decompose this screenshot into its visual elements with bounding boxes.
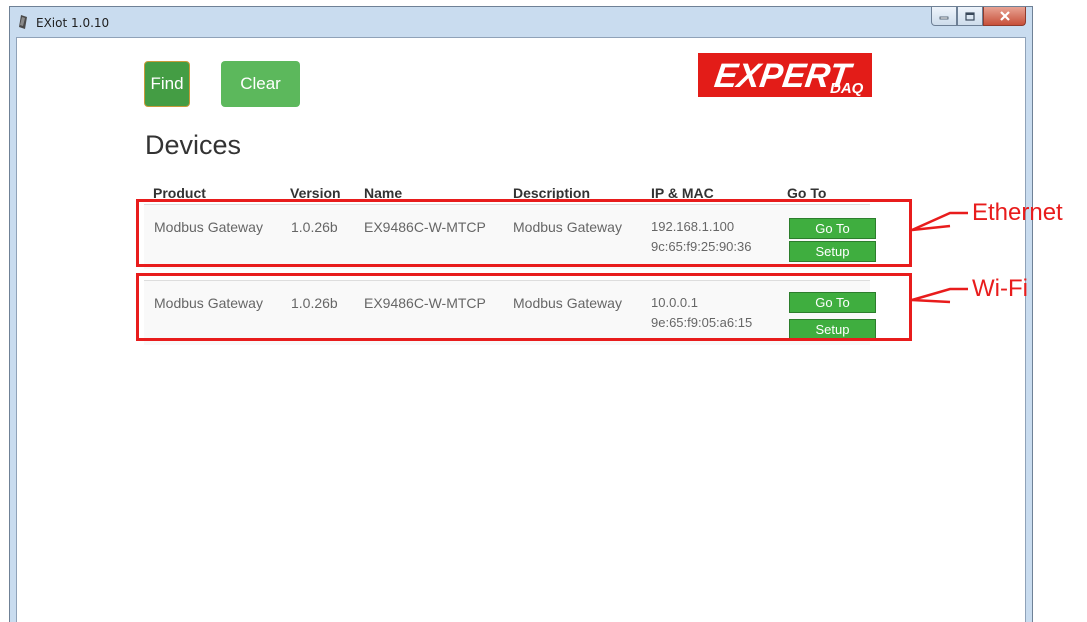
close-icon bbox=[999, 11, 1010, 21]
logo-subtext: DAQ bbox=[830, 80, 864, 97]
clear-button[interactable]: Clear bbox=[221, 61, 300, 107]
expertdaq-logo: EXPERT DAQ bbox=[698, 53, 872, 97]
find-button[interactable]: Find bbox=[144, 61, 190, 107]
maximize-button[interactable] bbox=[957, 7, 983, 26]
title-bar[interactable]: EXiot 1.0.10 bbox=[10, 7, 1032, 37]
minimize-button[interactable] bbox=[931, 7, 957, 26]
window-title: EXiot 1.0.10 bbox=[36, 16, 110, 30]
close-button[interactable] bbox=[983, 7, 1026, 26]
window-controls bbox=[931, 7, 1026, 26]
wifi-annotation-box bbox=[136, 273, 912, 341]
app-icon bbox=[19, 15, 27, 29]
wifi-label: Wi-Fi bbox=[972, 275, 1028, 302]
page-title: Devices bbox=[145, 130, 242, 160]
ethernet-label: Ethernet bbox=[972, 199, 1063, 226]
minimize-icon bbox=[939, 16, 949, 20]
maximize-icon bbox=[965, 11, 975, 21]
ethernet-annotation-box bbox=[136, 199, 912, 267]
